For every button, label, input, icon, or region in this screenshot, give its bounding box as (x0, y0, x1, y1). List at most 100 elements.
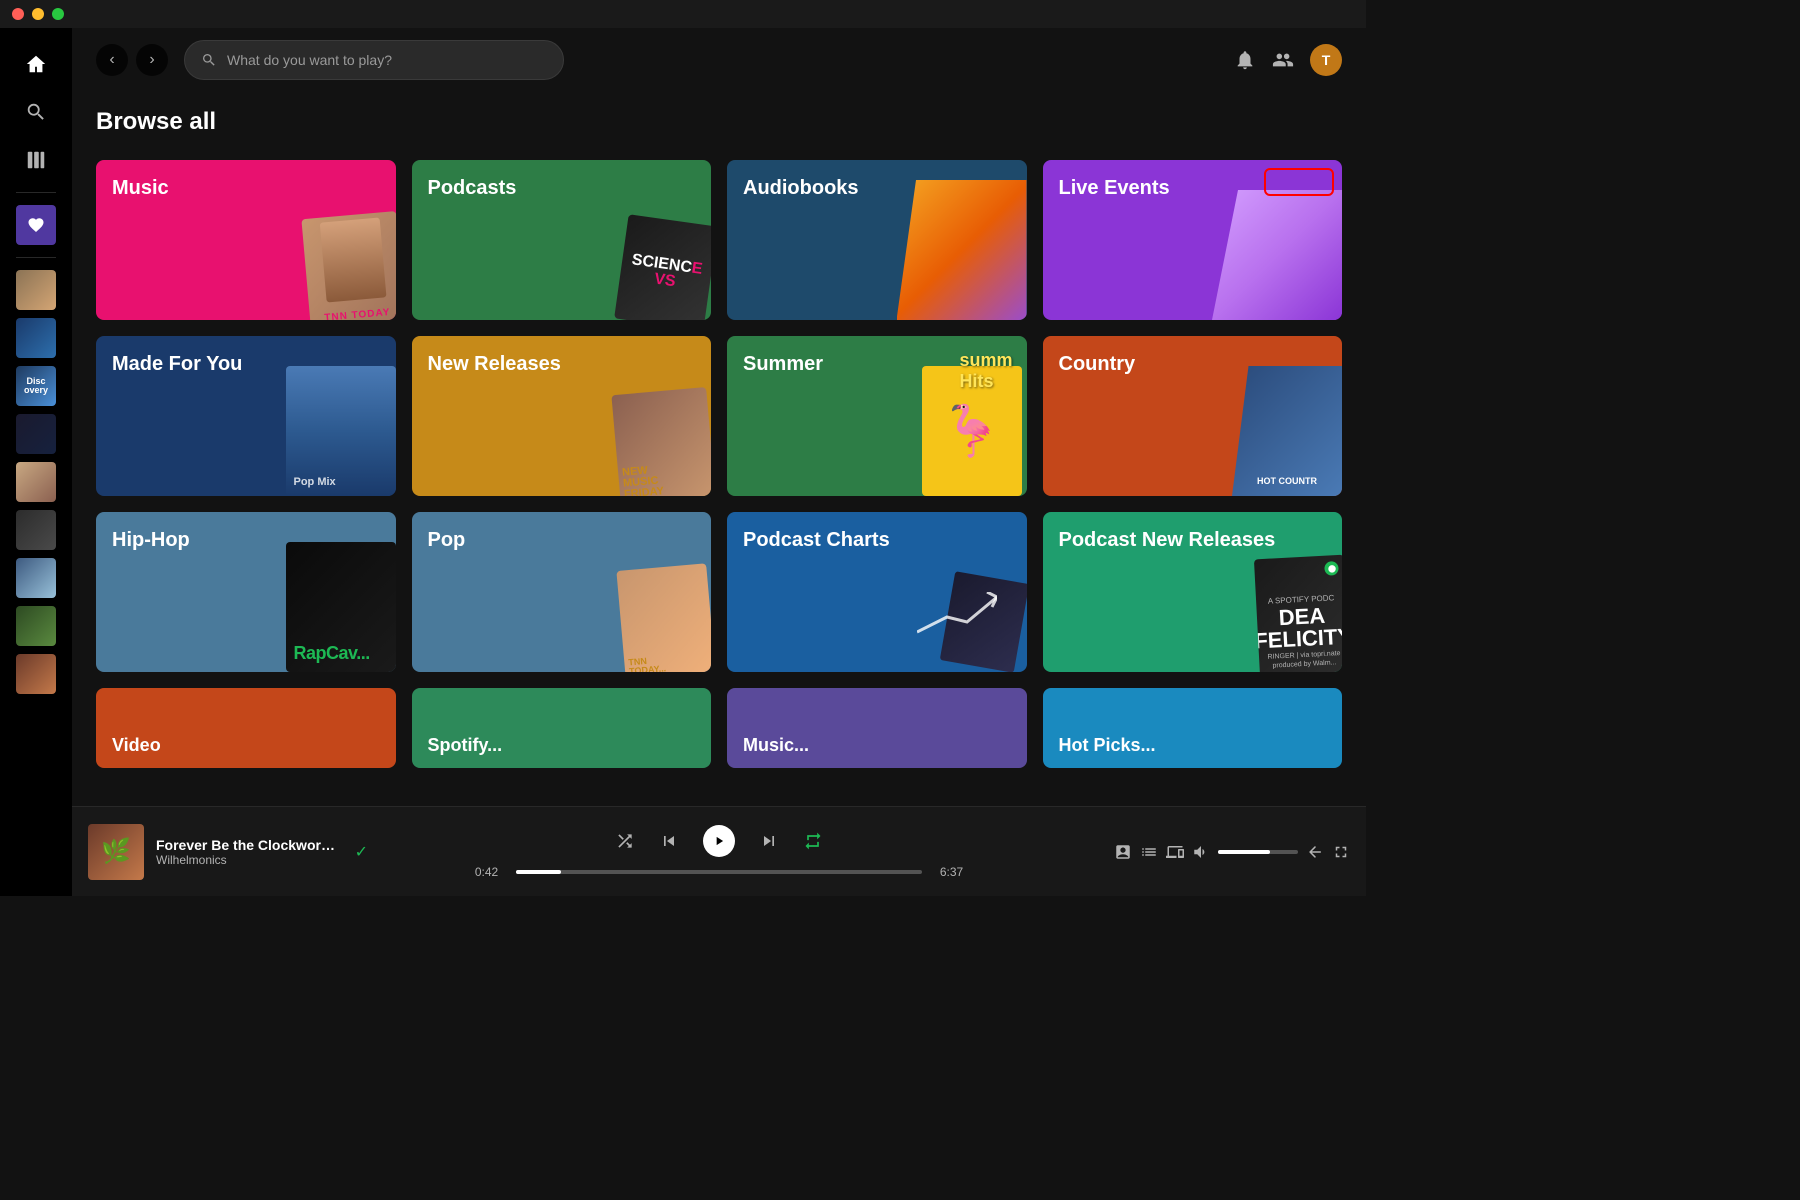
queue-button[interactable] (1140, 843, 1158, 861)
rapcav-label: RapCav... (294, 643, 370, 664)
browse-card-country[interactable]: Country HOT COUNTR (1043, 336, 1343, 496)
browse-grid: Music Podcasts SCIENCEVS Audiobooks (96, 160, 1342, 672)
card-title-audiobooks: Audiobooks (743, 176, 859, 200)
card-image-made-for-you: Pop Mix (286, 366, 396, 496)
volume-button[interactable] (1192, 843, 1210, 861)
sidebar-playlist-3[interactable]: Discovery (16, 366, 56, 406)
card-image-podcast-charts (887, 542, 1027, 672)
browse-card-audiobooks[interactable]: Audiobooks (727, 160, 1027, 320)
browse-card-spotify[interactable]: Spotify... (412, 688, 712, 768)
friends-button[interactable] (1272, 49, 1294, 71)
sidebar-playlist-9[interactable] (16, 654, 56, 694)
browse-card-music2[interactable]: Music... (727, 688, 1027, 768)
card-title-music: Music (112, 176, 169, 200)
card-title-live-events: Live Events (1059, 176, 1170, 200)
card-title-spotify: Spotify... (428, 735, 503, 756)
browse-card-new-releases[interactable]: New Releases NEWMUSICFRIDAY (412, 336, 712, 496)
card-image-podcasts: SCIENCEVS (614, 214, 711, 320)
sidebar-item-home[interactable] (16, 44, 56, 84)
tnn-label: TNNTODAY... (628, 655, 666, 672)
total-time: 6:37 (934, 865, 969, 879)
browse-card-summer[interactable]: Summer 🦩 summHits (727, 336, 1027, 496)
next-button[interactable] (759, 831, 779, 851)
browse-card-live-events[interactable]: Live Events (1043, 160, 1343, 320)
dead-sub-text: RINGER | via topri.nateproduced by Walm.… (1267, 650, 1341, 671)
browse-card-hiphop[interactable]: Hip-Hop RapCav... (96, 512, 396, 672)
sidebar-item-library[interactable] (16, 140, 56, 180)
card-title-hiphop: Hip-Hop (112, 528, 190, 552)
maximize-button[interactable] (52, 8, 64, 20)
browse-card-podcast-charts[interactable]: Podcast Charts (727, 512, 1027, 672)
browse-card-podcasts[interactable]: Podcasts SCIENCEVS (412, 160, 712, 320)
shuffle-button[interactable] (615, 831, 635, 851)
close-button[interactable] (12, 8, 24, 20)
sidebar-playlist-7[interactable] (16, 558, 56, 598)
card-title-podcast-new-releases: Podcast New Releases (1059, 528, 1276, 552)
sidebar-playlist-6[interactable] (16, 510, 56, 550)
header-right: T (1234, 44, 1342, 76)
minimize-button[interactable] (32, 8, 44, 20)
avatar[interactable]: T (1310, 44, 1342, 76)
browse-card-podcast-new-releases[interactable]: Podcast New Releases A SPOTIFY PODC DEAF… (1043, 512, 1343, 672)
browse-card-made-for-you[interactable]: Made For You Pop Mix (96, 336, 396, 496)
player-right (1070, 843, 1350, 861)
partial-row: Video Spotify... Music... Hot Picks... (96, 688, 1342, 768)
previous-button[interactable] (659, 831, 679, 851)
card-image-country: HOT COUNTR (1232, 366, 1342, 496)
sidebar-item-search[interactable] (16, 92, 56, 132)
chart-trend-icon (917, 592, 997, 642)
summer-hits-label: summHits (959, 350, 1012, 392)
browse-card-music[interactable]: Music (96, 160, 396, 320)
browse-title: Browse all (96, 108, 1342, 136)
card-title-podcasts: Podcasts (428, 176, 517, 200)
search-input[interactable] (227, 52, 547, 68)
progress-bar[interactable] (516, 870, 922, 874)
player-track-info: 🌿 Forever Be the Clockwork Tree Wilhelmo… (88, 824, 368, 880)
sidebar-playlist-liked[interactable] (16, 205, 56, 245)
card-image-hiphop: RapCav... (286, 542, 396, 672)
card-title-new-releases: New Releases (428, 352, 561, 376)
volume-bar[interactable] (1218, 850, 1298, 854)
devices-button[interactable] (1166, 843, 1184, 861)
spotify-badge (1324, 561, 1339, 576)
player-artist-name: Wilhelmonics (156, 853, 343, 867)
card-image-audiobooks (897, 180, 1027, 320)
player-progress: 0:42 6:37 (469, 865, 969, 879)
back-button[interactable]: ‹ (96, 44, 128, 76)
browse-card-pop[interactable]: Pop TNNTODAY... (412, 512, 712, 672)
forward-button[interactable]: › (136, 44, 168, 76)
sidebar-playlist-8[interactable] (16, 606, 56, 646)
search-bar[interactable] (184, 40, 564, 80)
sidebar-playlist-4[interactable] (16, 414, 56, 454)
science-vs-label: SCIENCEVS (629, 252, 704, 294)
fullscreen-button[interactable] (1332, 843, 1350, 861)
browse-card-video[interactable]: Video (96, 688, 396, 768)
main-content: ‹ › T (72, 28, 1366, 896)
sidebar-divider (16, 192, 56, 193)
player-bar: 🌿 Forever Be the Clockwork Tree Wilhelmo… (72, 806, 1366, 896)
hot-country-label: HOT COUNTR (1257, 476, 1317, 486)
card-image-pop: TNNTODAY... (616, 563, 711, 672)
browse-card-hot-picks[interactable]: Hot Picks... (1043, 688, 1343, 768)
card-title-podcast-charts: Podcast Charts (743, 528, 890, 552)
card-title-hot-picks: Hot Picks... (1059, 735, 1156, 756)
miniplayer-button[interactable] (1306, 843, 1324, 861)
repeat-button[interactable] (803, 831, 823, 851)
player-track-details: Forever Be the Clockwork Tree Wilhelmoni… (156, 837, 343, 867)
now-playing-button[interactable] (1114, 843, 1132, 861)
card-image-podcast-new: A SPOTIFY PODC DEAFELICITY RINGER | via … (1254, 555, 1342, 672)
window-chrome (0, 0, 1366, 28)
player-controls (615, 825, 823, 857)
flamingo-icon: 🦩 (940, 402, 1002, 461)
dead-felicity-text: DEAFELICITY (1254, 604, 1342, 653)
nav-buttons: ‹ › (96, 44, 168, 76)
sidebar-playlist-2[interactable] (16, 318, 56, 358)
player-album-art[interactable]: 🌿 (88, 824, 144, 880)
player-center: 0:42 6:37 (368, 825, 1070, 879)
play-pause-button[interactable] (703, 825, 735, 857)
sidebar-playlist-5[interactable] (16, 462, 56, 502)
search-icon (201, 52, 217, 68)
app-container: Discovery ‹ › (0, 28, 1366, 896)
notifications-button[interactable] (1234, 49, 1256, 71)
sidebar-playlist-1[interactable] (16, 270, 56, 310)
